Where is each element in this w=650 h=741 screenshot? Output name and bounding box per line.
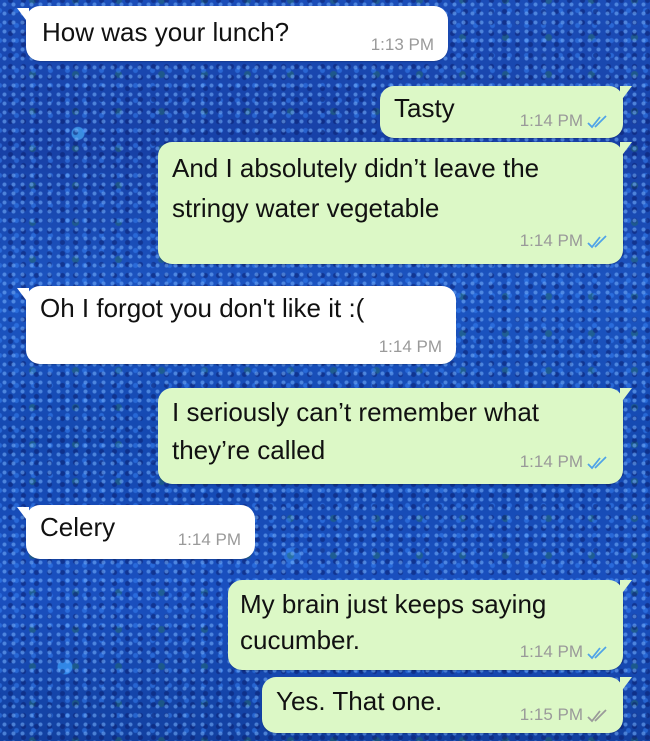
message-timestamp: 1:14 PM: [520, 642, 609, 662]
outgoing-message[interactable]: I seriously can’t remember what they’re …: [158, 388, 632, 484]
read-double-check-icon: [587, 234, 607, 248]
message-timestamp: 1:15 PM: [520, 705, 609, 725]
message-text: Oh I forgot you don't like it :(: [40, 293, 365, 323]
outgoing-message[interactable]: My brain just keeps saying cucumber. 1:1…: [228, 580, 632, 670]
message-text-line-1: And I absolutely didn’t leave the: [172, 153, 540, 183]
message-text: Yes. That one.: [276, 686, 443, 716]
message-text-line-2: they’re called: [172, 435, 326, 465]
timestamp-text: 1:14 PM: [519, 111, 583, 130]
message-text: Tasty: [394, 93, 455, 123]
message-text-line-2: stringy water vegetable: [172, 193, 440, 223]
message-timestamp: 1:14 PM: [177, 530, 241, 549]
message-timestamp: 1:14 PM: [520, 452, 609, 472]
message-text: How was your lunch?: [42, 17, 290, 47]
message-timestamp: 1:14 PM: [378, 337, 442, 356]
incoming-message[interactable]: Celery 1:14 PM: [26, 505, 255, 559]
delivered-double-check-icon: [587, 708, 607, 722]
message-text: Celery: [40, 512, 116, 542]
message-text-line-1: I seriously can’t remember what: [172, 397, 540, 427]
message-timestamp: 1:14 PM: [520, 231, 609, 251]
timestamp-text: 1:15 PM: [519, 705, 583, 724]
outgoing-message[interactable]: Tasty 1:14 PM: [380, 86, 632, 138]
message-text-line-1: My brain just keeps saying: [240, 589, 547, 619]
message-timestamp: 1:13 PM: [370, 35, 434, 54]
message-text-line-2: cucumber.: [240, 625, 360, 655]
read-double-check-icon: [587, 114, 607, 128]
message-timestamp: 1:14 PM: [520, 111, 609, 131]
outgoing-message[interactable]: Yes. That one. 1:15 PM: [262, 677, 632, 733]
timestamp-text: 1:14 PM: [519, 231, 583, 250]
outgoing-message[interactable]: And I absolutely didn’t leave the string…: [158, 142, 632, 264]
read-double-check-icon: [587, 455, 607, 469]
timestamp-text: 1:14 PM: [519, 642, 583, 661]
incoming-message[interactable]: How was your lunch? 1:13 PM: [26, 6, 448, 61]
incoming-message[interactable]: Oh I forgot you don't like it :( 1:14 PM: [26, 286, 456, 364]
timestamp-text: 1:14 PM: [519, 452, 583, 471]
read-double-check-icon: [587, 645, 607, 659]
